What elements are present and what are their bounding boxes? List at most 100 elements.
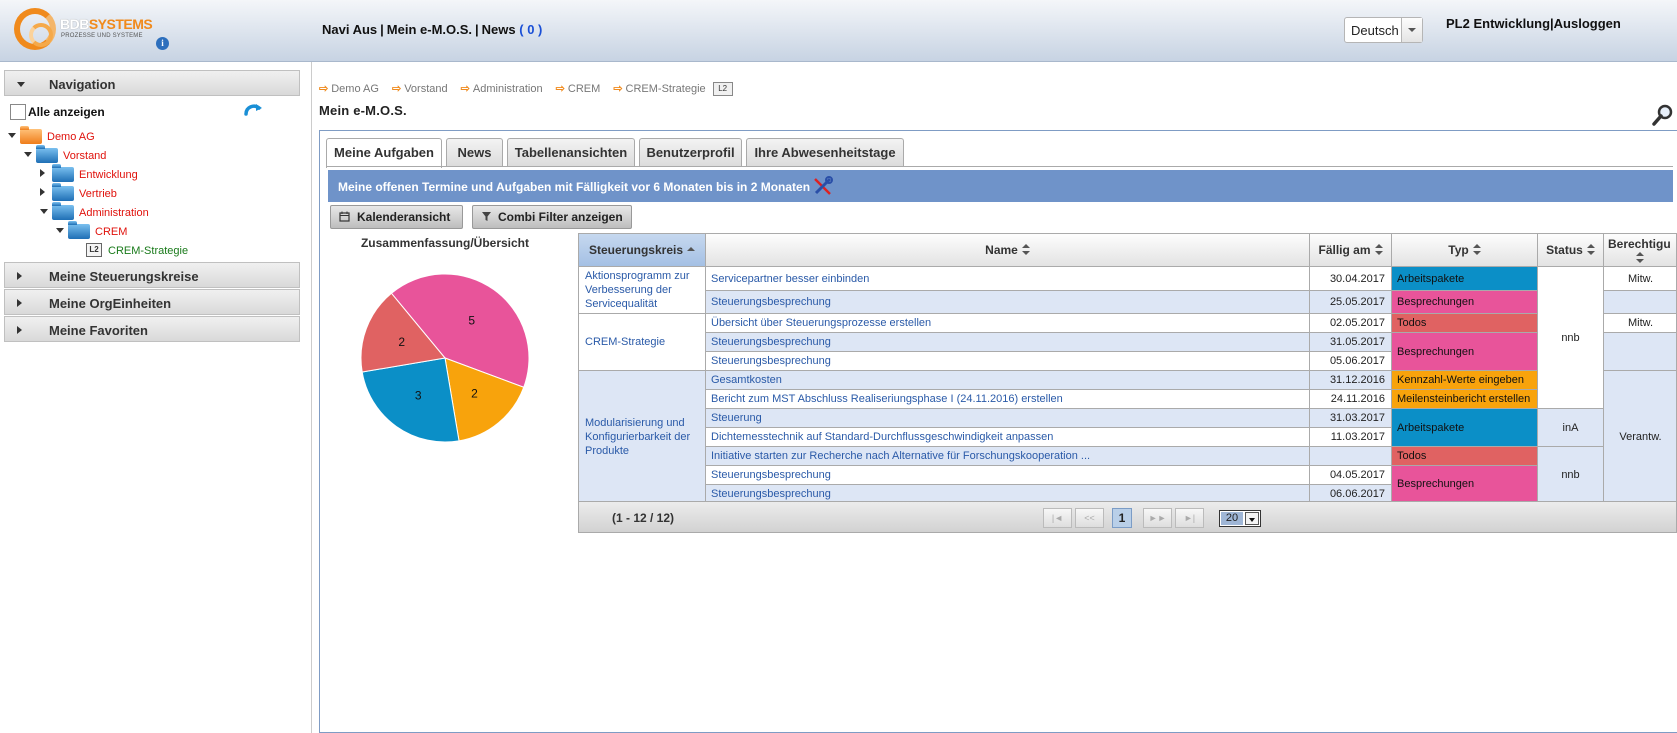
tab-meine-aufgaben[interactable]: Meine Aufgaben (326, 138, 442, 168)
logo-subtitle: PROZESSE UND SYSTEME (61, 33, 143, 39)
tools-icon[interactable] (812, 176, 834, 196)
logo-text: BDBSYSTEMS (60, 16, 153, 32)
tree-collapsed-icon[interactable] (40, 169, 45, 177)
tree-expanded-icon[interactable] (8, 133, 16, 138)
tree-node-vertrieb[interactable]: Vertrieb (40, 183, 200, 203)
tree-label[interactable]: Vorstand (63, 150, 106, 162)
next-page-button[interactable]: ►► (1143, 508, 1172, 528)
name-cell[interactable]: Gesamtkosten (706, 371, 1310, 390)
due-cell: 24.11.2016 (1310, 390, 1392, 409)
name-cell[interactable]: Steuerungsbesprechung (706, 352, 1310, 371)
accordion-navigation[interactable]: Navigation (4, 70, 300, 96)
tree-label[interactable]: CREM-Strategie (108, 245, 188, 257)
due-cell: 02.05.2017 (1310, 314, 1392, 333)
language-select[interactable]: Deutsch (1344, 17, 1423, 43)
due-cell: 11.03.2017 (1310, 428, 1392, 447)
tree-label[interactable]: Administration (79, 207, 149, 219)
col-header-steuerungskreis[interactable]: Steuerungskreis (579, 234, 706, 267)
name-cell[interactable]: Initiative starten zur Recherche nach Al… (706, 447, 1310, 466)
col-header-status[interactable]: Status (1538, 234, 1604, 267)
tree-collapsed-icon[interactable] (40, 188, 45, 196)
tasks-banner: Meine offenen Termine und Aufgaben mit F… (328, 170, 1673, 202)
name-cell[interactable]: Steuerungsbesprechung (706, 485, 1310, 501)
group-cell[interactable]: Aktionsprogramm zur Verbesserung der Ser… (579, 267, 706, 314)
tab-benutzerprofil[interactable]: Benutzerprofil (639, 138, 742, 166)
col-header-berechtigung[interactable]: Berechtigu (1604, 234, 1676, 267)
group-cell[interactable]: CREM-Strategie (579, 314, 706, 371)
summary-title: Zusammenfassung/Übersicht (360, 236, 530, 250)
sort-icon (1374, 244, 1383, 255)
last-page-button[interactable]: ►| (1175, 508, 1204, 528)
pie-slice[interactable] (361, 357, 460, 443)
page-button-current[interactable]: 1 (1112, 508, 1132, 528)
logout-link[interactable]: Ausloggen (1554, 16, 1621, 31)
tree-label[interactable]: Demo AG (47, 131, 95, 143)
tree-expanded-icon[interactable] (40, 209, 48, 214)
tree-expanded-icon[interactable] (56, 228, 64, 233)
prev-page-button[interactable]: << (1075, 508, 1104, 528)
type-badge: Besprechungen (1392, 466, 1538, 501)
news-count[interactable]: ( 0 ) (519, 22, 542, 37)
navi-aus-link[interactable]: Navi Aus (322, 22, 377, 37)
breadcrumb-item[interactable]: CREM-Strategie (626, 83, 706, 95)
due-cell: 31.03.2017 (1310, 409, 1392, 428)
news-link[interactable]: News (482, 22, 516, 37)
tree-label[interactable]: CREM (95, 226, 127, 238)
calendar-view-button[interactable]: Kalenderansicht (330, 205, 463, 229)
info-icon[interactable]: i (156, 37, 169, 50)
group-cell[interactable]: Modularisierung und Konfigurierbarkeit d… (579, 371, 706, 501)
name-cell[interactable]: Steuerungsbesprechung (706, 291, 1310, 314)
chevron-down-icon[interactable] (1401, 18, 1422, 42)
name-cell[interactable]: Steuerungsbesprechung (706, 333, 1310, 352)
name-cell[interactable]: Steuerung (706, 409, 1310, 428)
name-cell[interactable]: Dichtemesstechnik auf Standard-Durchflus… (706, 428, 1310, 447)
accordion-steuerungskreise[interactable]: Meine Steuerungskreise (4, 262, 300, 288)
due-cell: 05.06.2017 (1310, 352, 1392, 371)
tab-tabellenansichten[interactable]: Tabellenansichten (507, 138, 635, 166)
combi-filter-button[interactable]: Combi Filter anzeigen (472, 205, 632, 229)
tree-expanded-icon[interactable] (24, 152, 32, 157)
arrow-right-icon: ⇨ (613, 83, 623, 95)
due-cell: 31.05.2017 (1310, 333, 1392, 352)
search-icon[interactable] (1652, 104, 1674, 126)
col-header-name[interactable]: Name (706, 234, 1310, 267)
name-cell[interactable]: Servicepartner besser einbinden (706, 267, 1310, 291)
col-header-faellig[interactable]: Fällig am (1310, 234, 1392, 267)
show-all-label[interactable]: Alle anzeigen (28, 105, 105, 119)
breadcrumb-item[interactable]: CREM (568, 83, 600, 95)
type-badge: Todos (1392, 447, 1538, 466)
mein-emos-link[interactable]: Mein e-M.O.S. (387, 22, 472, 37)
tree-node-administration[interactable]: Administration (40, 202, 200, 222)
tree-node-crem[interactable]: CREM (56, 221, 216, 241)
first-page-button[interactable]: |◄ (1043, 508, 1072, 528)
breadcrumb-item[interactable]: Administration (473, 83, 543, 95)
show-all-checkbox[interactable] (10, 104, 26, 120)
name-cell[interactable]: Übersicht über Steuerungsprozesse erstel… (706, 314, 1310, 333)
refresh-icon[interactable] (243, 102, 263, 118)
breadcrumb-item[interactable]: Vorstand (404, 83, 447, 95)
collapse-arrow-icon (17, 82, 25, 87)
tree-label[interactable]: Vertrieb (79, 188, 117, 200)
col-header-typ[interactable]: Typ (1392, 234, 1538, 267)
user-name-link[interactable]: PL2 Entwicklung (1446, 16, 1550, 31)
page-size-select[interactable]: 20 (1219, 510, 1261, 527)
tree-node-demo-ag[interactable]: Demo AG (8, 126, 158, 146)
level-badge: L2 (712, 82, 733, 97)
name-cell[interactable]: Steuerungsbesprechung (706, 466, 1310, 485)
breadcrumb-item[interactable]: Demo AG (331, 83, 379, 95)
page-size-value: 20 (1221, 512, 1243, 525)
user-area: PL2 Entwicklung|Ausloggen (1446, 16, 1621, 31)
tree-node-crem-strategie[interactable]: L2 CREM-Strategie (74, 242, 244, 260)
tree-node-vorstand[interactable]: Vorstand (24, 145, 174, 165)
tree-node-entwicklung[interactable]: Entwicklung (40, 164, 200, 184)
accordion-orgeinheiten[interactable]: Meine OrgEinheiten (4, 289, 300, 315)
accordion-favoriten[interactable]: Meine Favoriten (4, 316, 300, 342)
name-cell[interactable]: Bericht zum MST Abschluss Realiseriungsp… (706, 390, 1310, 409)
tree-label[interactable]: Entwicklung (79, 169, 138, 181)
chevron-down-icon[interactable] (1245, 512, 1259, 525)
pie-slice-label: 3 (415, 389, 422, 403)
tab-news[interactable]: News (446, 138, 503, 166)
tabs-divider (326, 166, 1673, 167)
tab-abwesenheitstage[interactable]: Ihre Abwesenheitstage (746, 138, 904, 166)
bdb-logo[interactable]: BDBSYSTEMS PROZESSE UND SYSTEME i (14, 8, 174, 54)
